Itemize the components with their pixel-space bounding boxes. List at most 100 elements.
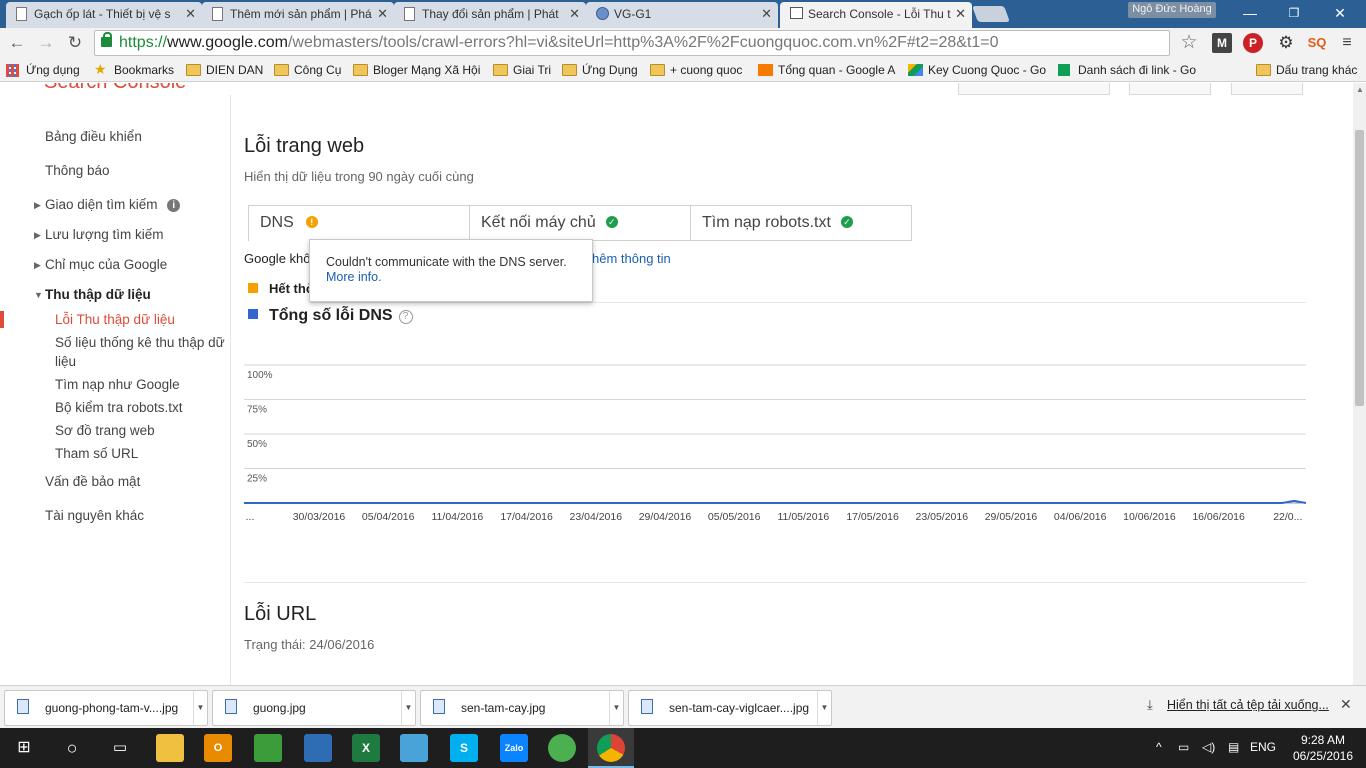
browser-tab[interactable]: VG-G1 ✕ xyxy=(586,2,778,28)
sidebar-item-crawl-stats-cont[interactable]: liệu xyxy=(55,354,76,369)
page-icon xyxy=(404,7,415,21)
bookmark-folder[interactable]: Giai Tri xyxy=(493,62,551,80)
tray-chevron-up-icon[interactable]: ^ xyxy=(1156,740,1162,754)
sidebar-item-search-traffic[interactable]: ▶ Lưu lượng tìm kiếm xyxy=(34,227,163,242)
bookmark-item[interactable]: Tổng quan - Google A xyxy=(758,62,898,80)
excel-icon[interactable]: X xyxy=(352,734,380,762)
close-icon[interactable]: ✕ xyxy=(377,2,388,26)
keyboard-icon[interactable]: ▤ xyxy=(1228,740,1239,754)
page-scrollbar[interactable]: ▲ xyxy=(1353,83,1366,685)
new-tab-button[interactable] xyxy=(972,6,1010,22)
download-item[interactable]: guong.jpg ▼ xyxy=(212,690,416,726)
input-language[interactable]: ENG xyxy=(1250,740,1276,754)
bookmark-star-icon[interactable]: ☆ xyxy=(1179,33,1199,53)
sidebar-item-search-appearance[interactable]: ▶ Giao diện tìm kiếm i xyxy=(34,197,181,212)
help-button[interactable] xyxy=(1129,83,1211,95)
sidebar-item-fetch-as-google[interactable]: Tìm nạp như Google xyxy=(55,377,180,392)
bookmark-folder[interactable]: + cuong quoc xyxy=(650,62,742,80)
tooltip-more-info-link[interactable]: More info. xyxy=(326,270,382,284)
browser-tab[interactable]: Gạch ốp lát - Thiết bị vệ s ✕ xyxy=(6,2,202,28)
skype-icon[interactable]: S xyxy=(450,734,478,762)
minimize-icon[interactable]: — xyxy=(1240,4,1260,22)
download-item[interactable]: guong-phong-tam-v....jpg ▼ xyxy=(4,690,208,726)
sidebar-item-robots-tester[interactable]: Bộ kiểm tra robots.txt xyxy=(55,400,183,415)
chevron-down-icon[interactable]: ▼ xyxy=(817,691,831,725)
bookmark-item[interactable]: Danh sách đi link - Go xyxy=(1058,62,1198,80)
profile-name[interactable]: Ngô Đức Hoàng xyxy=(1128,2,1216,18)
help-icon[interactable]: ? xyxy=(398,310,413,324)
tab-dns[interactable]: DNS! xyxy=(248,205,470,241)
zalo-icon[interactable]: Zalo xyxy=(500,734,528,762)
sidebar: Bảng điều khiển Thông báo ▶ Giao diện tì… xyxy=(0,95,231,685)
forward-arrow-icon[interactable]: → xyxy=(35,32,57,54)
gmail-extension-icon[interactable]: M xyxy=(1212,33,1232,53)
coccoc-icon[interactable] xyxy=(548,734,576,762)
windows-start-icon[interactable]: ⊞ xyxy=(10,734,38,762)
sidebar-item-crawl-errors[interactable]: Lỗi Thu thập dữ liệu xyxy=(55,312,175,327)
chevron-down-icon[interactable]: ▼ xyxy=(401,691,415,725)
sidebar-item-crawl[interactable]: ▼ Thu thập dữ liệu xyxy=(34,287,151,302)
restore-icon[interactable]: ❐ xyxy=(1284,4,1304,22)
seo-extension-icon[interactable]: SQ xyxy=(1307,33,1327,53)
chevron-down-icon[interactable]: ▼ xyxy=(193,691,207,725)
tab-server-connectivity[interactable]: Kết nối máy chủ ✓ xyxy=(469,205,691,241)
taskbar-clock[interactable]: 9:28 AM 06/25/2016 xyxy=(1288,732,1358,764)
reload-icon[interactable]: ↻ xyxy=(64,32,86,54)
network-icon[interactable]: ▭ xyxy=(1178,740,1189,754)
info-icon[interactable]: i xyxy=(167,199,181,212)
more-info-link[interactable]: hêm thông tin xyxy=(592,251,671,266)
chrome-icon[interactable] xyxy=(597,734,625,762)
sidebar-item-google-index[interactable]: ▶ Chỉ mục của Google xyxy=(34,257,167,272)
file-explorer-icon[interactable] xyxy=(156,734,184,762)
bookmark-folder[interactable]: Ứng Dụng xyxy=(562,62,638,80)
chevron-down-icon[interactable]: ▼ xyxy=(609,691,623,725)
menu-icon[interactable]: ≡ xyxy=(1337,33,1357,53)
x-tick-label: 10/06/2016 xyxy=(1123,511,1176,520)
paint-icon[interactable] xyxy=(304,734,332,762)
sidebar-item-security-issues[interactable]: Vấn đề bảo mật xyxy=(45,474,140,489)
site-selector[interactable] xyxy=(958,83,1110,95)
close-icon[interactable]: ✕ xyxy=(569,2,580,26)
browser-tab-active[interactable]: Search Console - Lỗi Thu t ✕ xyxy=(780,2,972,28)
show-all-downloads-link[interactable]: Hiển thị tất cả tệp tải xuống... xyxy=(1167,698,1329,712)
sidebar-item-crawl-stats[interactable]: Số liệu thống kê thu thập dữ xyxy=(55,335,225,350)
search-icon[interactable]: ○ xyxy=(58,734,86,762)
close-window-icon[interactable]: ✕ xyxy=(1330,4,1350,22)
sidebar-item-messages[interactable]: Thông báo xyxy=(45,163,110,178)
close-icon[interactable]: ✕ xyxy=(185,2,196,26)
bookmark-folder[interactable]: DIEN DAN xyxy=(186,62,263,80)
bookmark-folder[interactable]: Dấu trang khác xyxy=(1256,62,1357,80)
settings-gear-icon[interactable]: ⚙ xyxy=(1276,33,1296,53)
close-icon[interactable]: ✕ xyxy=(955,2,966,26)
pinterest-icon[interactable]: P xyxy=(1243,33,1263,53)
close-icon[interactable]: ✕ xyxy=(1340,696,1352,713)
series-line xyxy=(244,499,1306,504)
sidebar-item-url-parameters[interactable]: Tham số URL xyxy=(55,446,138,461)
bookmark-folder[interactable]: Bloger Mạng Xã Hội xyxy=(353,62,480,80)
scroll-thumb[interactable] xyxy=(1355,130,1364,406)
back-arrow-icon[interactable]: ← xyxy=(6,32,28,54)
download-item[interactable]: sen-tam-cay-viglcaer....jpg ▼ xyxy=(628,690,832,726)
bookmark-apps[interactable]: Ứng dụng xyxy=(6,62,80,80)
address-bar[interactable]: https://www.google.com/webmasters/tools/… xyxy=(94,30,1170,56)
outlook-icon[interactable]: O xyxy=(204,734,232,762)
tab-robots-fetch[interactable]: Tìm nạp robots.txt ✓ xyxy=(690,205,912,241)
app-icon[interactable] xyxy=(400,734,428,762)
bookmark-item[interactable]: Key Cuong Quoc - Go xyxy=(908,62,1046,80)
task-view-icon[interactable]: ▭ xyxy=(106,734,134,762)
bluestacks-icon[interactable] xyxy=(254,734,282,762)
bookmark-item[interactable]: ★ Bookmarks xyxy=(94,61,174,80)
volume-icon[interactable]: ◁) xyxy=(1202,740,1215,754)
browser-tab[interactable]: Thêm mới sản phẩm | Phá ✕ xyxy=(202,2,394,28)
close-icon[interactable]: ✕ xyxy=(761,2,772,26)
browser-tab[interactable]: Thay đổi sản phẩm | Phát ✕ xyxy=(394,2,586,28)
settings-button[interactable] xyxy=(1231,83,1303,95)
download-item[interactable]: sen-tam-cay.jpg ▼ xyxy=(420,690,624,726)
sidebar-item-dashboard[interactable]: Bảng điều khiển xyxy=(45,129,142,144)
bookmark-label: Tổng quan - Google A xyxy=(778,63,896,77)
sidebar-item-sitemaps[interactable]: Sơ đồ trang web xyxy=(55,423,155,438)
sidebar-item-other-resources[interactable]: Tài nguyên khác xyxy=(45,508,144,523)
chart-title-text: Tổng số lỗi DNS xyxy=(269,307,393,324)
bookmark-folder[interactable]: Công Cụ xyxy=(274,62,341,80)
scroll-up-arrow-icon[interactable]: ▲ xyxy=(1356,85,1364,94)
